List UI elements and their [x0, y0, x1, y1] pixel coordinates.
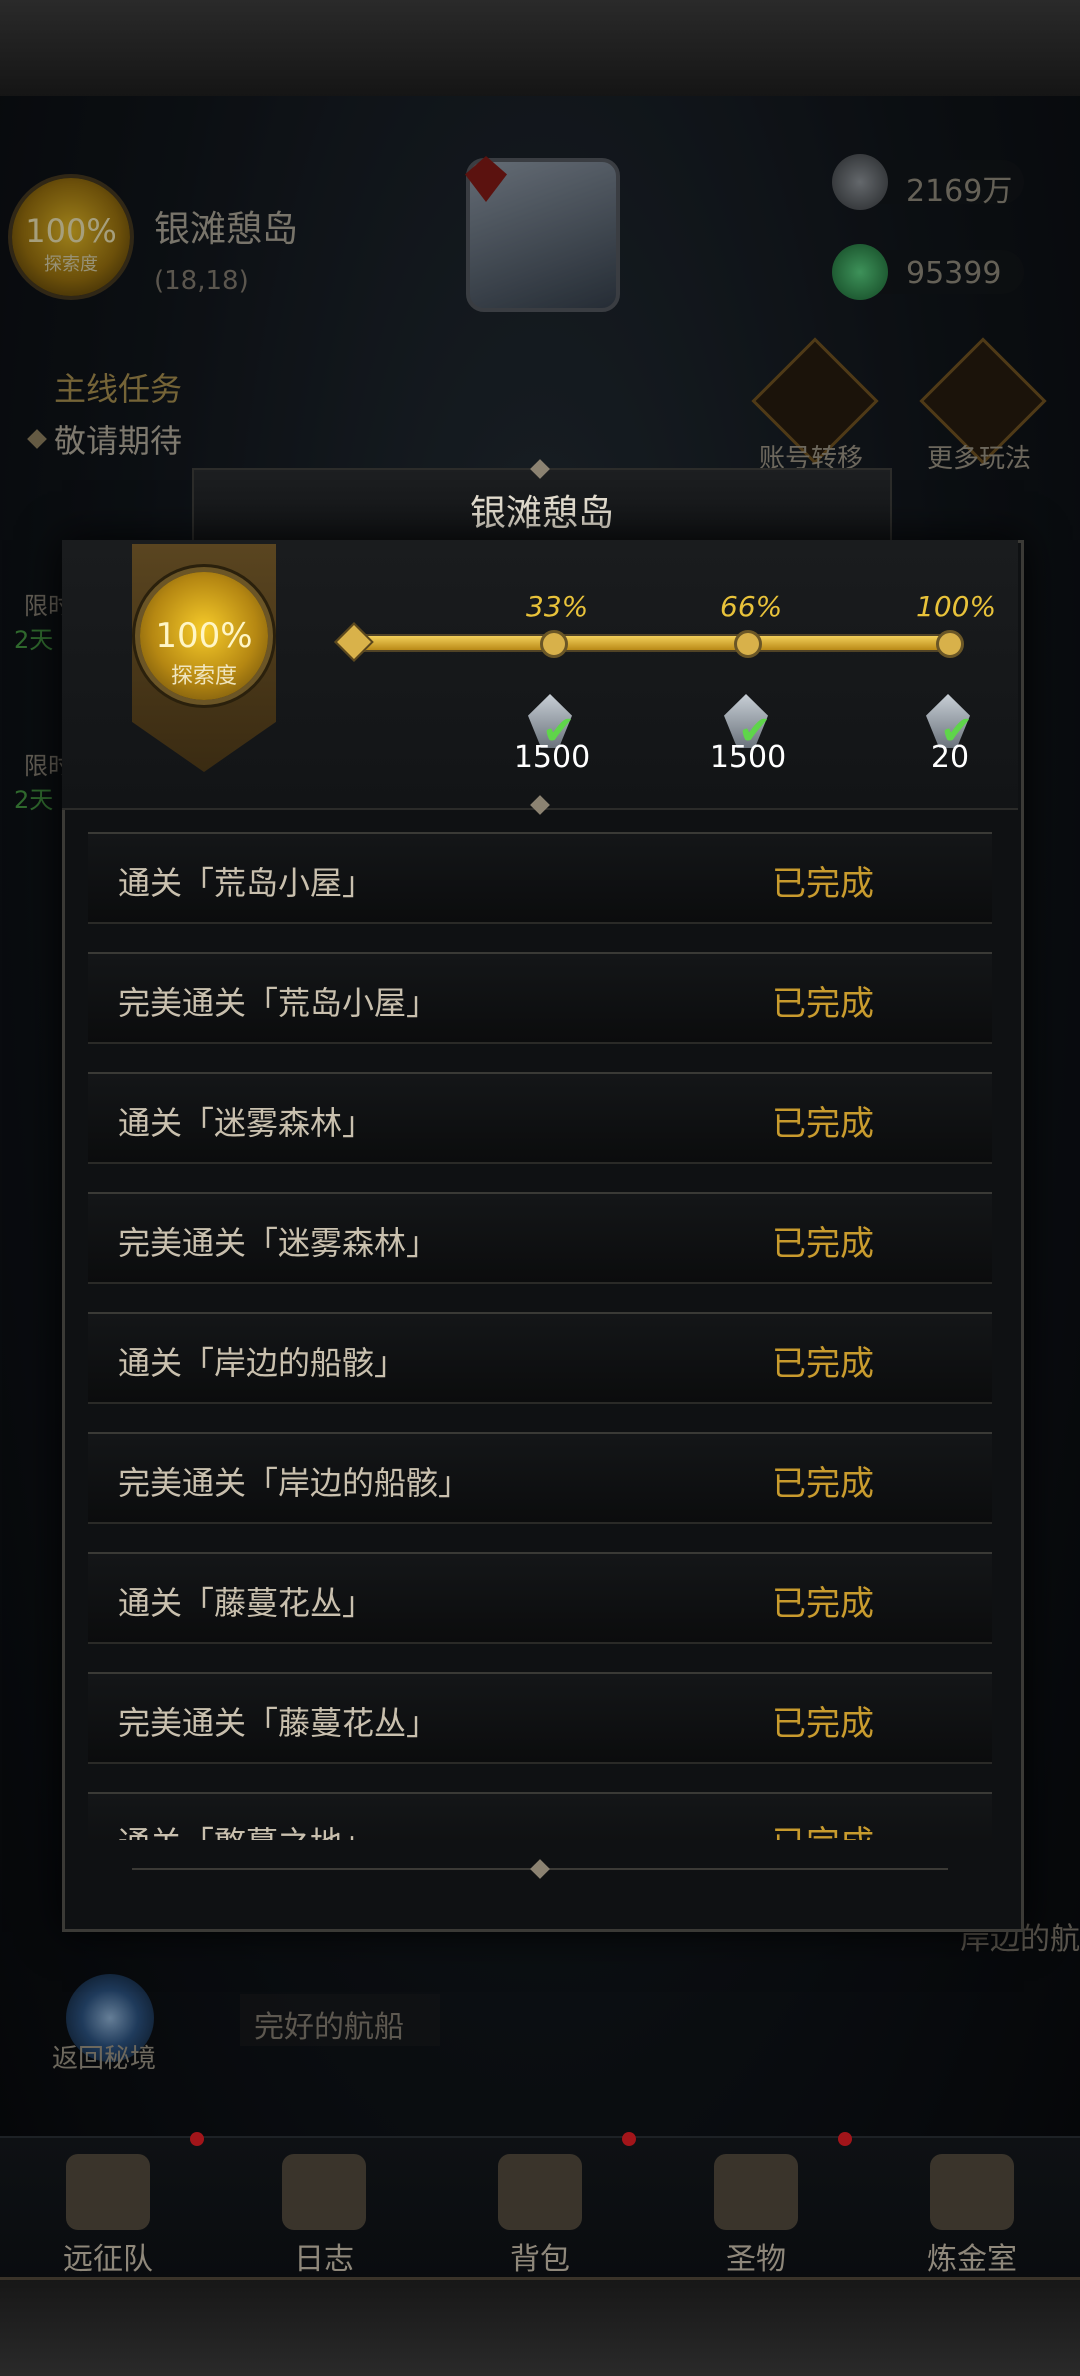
task-name: 通关「迷雾森林」: [118, 1104, 375, 1142]
task-row[interactable]: 完美通关「岸边的船骸」 已完成: [88, 1432, 992, 1524]
scroll-log-icon: [282, 2154, 366, 2230]
bottom-nav: 远征队 日志 背包 圣物 炼金室: [0, 2132, 1080, 2282]
backpack-icon: [498, 2154, 582, 2230]
task-row[interactable]: 通关「憨蔓之地」 已完成: [88, 1792, 992, 1840]
milestone-reward-3[interactable]: ✔ 20: [910, 690, 990, 775]
task-status: 已完成: [772, 1584, 874, 1624]
task-name: 完美通关「藤蔓花丛」: [118, 1704, 439, 1742]
task-name: 通关「憨蔓之地」: [118, 1818, 374, 1840]
task-status: 已完成: [772, 1704, 874, 1744]
milestone-pct-1: 33%: [526, 590, 589, 623]
task-list[interactable]: 通关「荒岛小屋」 已完成 完美通关「荒岛小屋」 已完成 通关「迷雾森林」 已完成 完美通关「…: [88, 832, 992, 1840]
reward-amount-3: 20: [930, 740, 970, 775]
milestone-node-1: [540, 630, 568, 658]
nav-label: 圣物: [726, 2242, 786, 2277]
milestone-reward-1[interactable]: ✔ 1500: [512, 690, 592, 775]
milestone-pct-2: 66%: [720, 590, 783, 623]
milestone-reward-2[interactable]: ✔ 1500: [708, 690, 788, 775]
nav-label: 背包: [510, 2242, 570, 2277]
task-status: 已完成: [772, 984, 874, 1024]
task-status: 已完成: [772, 1224, 874, 1264]
task-row[interactable]: 通关「岸边的船骸」 已完成: [88, 1312, 992, 1404]
milestone-pct-3: 100%: [916, 590, 997, 623]
task-name: 通关「藤蔓花丛」: [118, 1584, 375, 1622]
task-status: 已完成: [772, 1104, 874, 1144]
modal-explore-label: 探索度: [170, 664, 237, 689]
task-name: 完美通关「岸边的船骸」: [118, 1464, 471, 1502]
task-name: 通关「岸边的船骸」: [118, 1344, 407, 1382]
modal-title-bar: 银滩憩岛: [192, 468, 892, 542]
modal-explore-percent: 100%: [155, 616, 253, 656]
nav-label: 远征队: [63, 2242, 153, 2277]
milestone-node-2: [734, 630, 762, 658]
task-row[interactable]: 完美通关「迷雾森林」 已完成: [88, 1192, 992, 1284]
reward-amount-2: 1500: [709, 740, 787, 775]
alchemy-icon: [930, 2154, 1014, 2230]
notification-dot: [190, 2132, 204, 2146]
task-status: 已完成: [772, 1816, 874, 1840]
milestone-node-3: [936, 630, 964, 658]
task-row[interactable]: 通关「迷雾森林」 已完成: [88, 1072, 992, 1164]
nav-item[interactable]: 背包: [432, 2132, 648, 2282]
reward-amount-1: 1500: [513, 740, 591, 775]
task-status: 已完成: [772, 1464, 874, 1504]
task-name: 通关「荒岛小屋」: [118, 864, 375, 902]
task-status: 已完成: [772, 1344, 874, 1384]
viking-helmet-icon: [66, 2154, 150, 2230]
notification-dot: [622, 2132, 636, 2146]
nav-item[interactable]: 圣物: [648, 2132, 864, 2282]
task-name: 完美通关「迷雾森林」: [118, 1224, 439, 1262]
explore-progress-fill: [354, 636, 954, 650]
bottom-stone-frame: [0, 2277, 1080, 2376]
nav-item[interactable]: 炼金室: [864, 2138, 1080, 2282]
task-name: 完美通关「荒岛小屋」: [118, 984, 439, 1022]
modal-title: 银滩憩岛: [469, 493, 614, 534]
explore-progress-bar: [352, 634, 956, 652]
task-row[interactable]: 完美通关「荒岛小屋」 已完成: [88, 952, 992, 1044]
task-row[interactable]: 通关「藤蔓花丛」 已完成: [88, 1552, 992, 1644]
nav-item[interactable]: 日志: [216, 2138, 432, 2282]
nav-label: 炼金室: [927, 2242, 1017, 2277]
notification-dot: [838, 2132, 852, 2146]
task-row[interactable]: 完美通关「藤蔓花丛」 已完成: [88, 1672, 992, 1764]
task-row[interactable]: 通关「荒岛小屋」 已完成: [88, 832, 992, 924]
nav-item[interactable]: 远征队: [0, 2132, 216, 2282]
task-status: 已完成: [772, 864, 874, 904]
top-stone-frame: [0, 0, 1080, 99]
relic-flame-icon: [714, 2154, 798, 2230]
nav-label: 日志: [294, 2242, 354, 2277]
